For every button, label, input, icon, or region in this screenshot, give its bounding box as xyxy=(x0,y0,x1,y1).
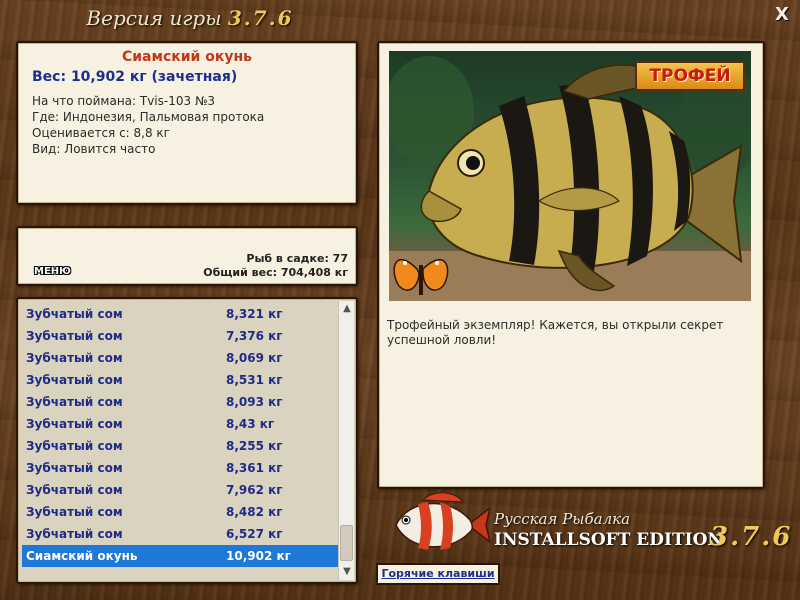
catch-list[interactable]: Зубчатый сом 8,321 кг Зубчатый сом 7,376 кг… xyxy=(16,297,358,584)
catch-row-weight: 8,321 кг xyxy=(226,307,283,321)
catch-row-name: Зубчатый сом xyxy=(26,417,123,431)
hotkeys-button[interactable]: Горячие клавиши xyxy=(376,563,500,585)
game-logo-fish-icon xyxy=(395,492,492,550)
catch-row-weight: 10,902 кг xyxy=(226,549,291,563)
fish-photo: ТРОФЕЙ xyxy=(389,51,751,301)
catch-row-name: Сиамский окунь xyxy=(26,549,138,563)
logo-edition: INSTALLSOFT EDITION xyxy=(494,530,723,550)
fish-info-panel: Сиамский окунь Вес: 10,902 кг (зачетная)… xyxy=(16,41,358,205)
catch-row[interactable]: Зубчатый сом 7,962 кг xyxy=(22,479,340,501)
catch-row[interactable]: Сиамский окунь 10,902 кг xyxy=(22,545,340,567)
title-version: 3.7.6 xyxy=(227,6,294,30)
fish-name: Сиамский окунь xyxy=(121,49,253,65)
catch-row[interactable]: Зубчатый сом 7,376 кг xyxy=(22,325,340,347)
catch-row-weight: 8,069 кг xyxy=(226,351,283,365)
catch-row-name: Зубчатый сом xyxy=(26,505,123,519)
catch-row-weight: 8,093 кг xyxy=(226,395,283,409)
cage-stats-panel: МЕНЮ Рыб в садке: 77 Общий вес: 704,408 … xyxy=(16,226,358,286)
catch-row-weight: 8,43 кг xyxy=(226,417,275,431)
catch-row-name: Зубчатый сом xyxy=(26,395,123,409)
catch-rows: Зубчатый сом 8,321 кг Зубчатый сом 7,376 кг… xyxy=(22,303,340,567)
catch-row[interactable]: Зубчатый сом 8,069 кг xyxy=(22,347,340,369)
catch-row-weight: 7,376 кг xyxy=(226,329,283,343)
catch-row[interactable]: Зубчатый сом 8,321 кг xyxy=(22,303,340,325)
close-icon: X xyxy=(775,4,789,25)
logo-title: Русская Рыбалка xyxy=(494,510,631,528)
menu-button[interactable]: МЕНЮ xyxy=(34,266,71,277)
catch-row-weight: 8,531 кг xyxy=(226,373,283,387)
catch-row-name: Зубчатый сом xyxy=(26,527,123,541)
catch-row-name: Зубчатый сом xyxy=(26,373,123,387)
catch-row[interactable]: Зубчатый сом 8,482 кг xyxy=(22,501,340,523)
catch-row[interactable]: Зубчатый сом 8,531 кг xyxy=(22,369,340,391)
scroll-down-icon[interactable]: ▼ xyxy=(339,564,355,580)
catch-row-name: Зубчатый сом xyxy=(26,461,123,475)
catch-row[interactable]: Зубчатый сом 8,43 кг xyxy=(22,413,340,435)
catch-scrollbar[interactable]: ▲ ▼ xyxy=(338,301,354,580)
catch-row-name: Зубчатый сом xyxy=(26,439,123,453)
catch-row-name: Зубчатый сом xyxy=(26,329,123,343)
fish-description: Трофейный экземпляр! Кажется, вы открыли… xyxy=(387,318,724,347)
trophy-badge: ТРОФЕЙ xyxy=(635,61,745,91)
catch-row-weight: 7,962 кг xyxy=(226,483,283,497)
close-button[interactable]: X xyxy=(772,4,792,26)
fish-picture-panel: ТРОФЕЙ Трофейный экземпляр! Кажется, вы … xyxy=(377,41,765,489)
fish-value: Оценивается с: 8,8 кг xyxy=(32,126,170,140)
scroll-thumb[interactable] xyxy=(340,525,353,561)
total-weight: Общий вес: 704,408 кг xyxy=(203,266,348,279)
catch-row[interactable]: Зубчатый сом 6,527 кг xyxy=(22,523,340,545)
fish-bait: На что поймана: Tvis-103 №3 xyxy=(32,94,216,108)
catch-row-weight: 6,527 кг xyxy=(226,527,283,541)
logo-version: 3.7.6 xyxy=(710,522,793,552)
catch-row-weight: 8,482 кг xyxy=(226,505,283,519)
title-prefix: Версия игры xyxy=(86,6,222,30)
fish-kind: Вид: Ловится часто xyxy=(32,142,156,156)
fish-count: Рыб в садке: 77 xyxy=(246,252,348,265)
catch-row-name: Зубчатый сом xyxy=(26,351,123,365)
fish-place: Где: Индонезия, Пальмовая протока xyxy=(32,110,265,124)
catch-row-weight: 8,255 кг xyxy=(226,439,283,453)
catch-row[interactable]: Зубчатый сом 8,361 кг xyxy=(22,457,340,479)
catch-row[interactable]: Зубчатый сом 8,255 кг xyxy=(22,435,340,457)
catch-row[interactable]: Зубчатый сом 8,093 кг xyxy=(22,391,340,413)
catch-row-name: Зубчатый сом xyxy=(26,483,123,497)
catch-row-name: Зубчатый сом xyxy=(26,307,123,321)
catch-row-weight: 8,361 кг xyxy=(226,461,283,475)
window-title: Версия игры 3.7.6 xyxy=(0,6,380,30)
scroll-up-icon[interactable]: ▲ xyxy=(339,301,355,317)
fish-weight: Вес: 10,902 кг (зачетная) xyxy=(32,69,238,85)
